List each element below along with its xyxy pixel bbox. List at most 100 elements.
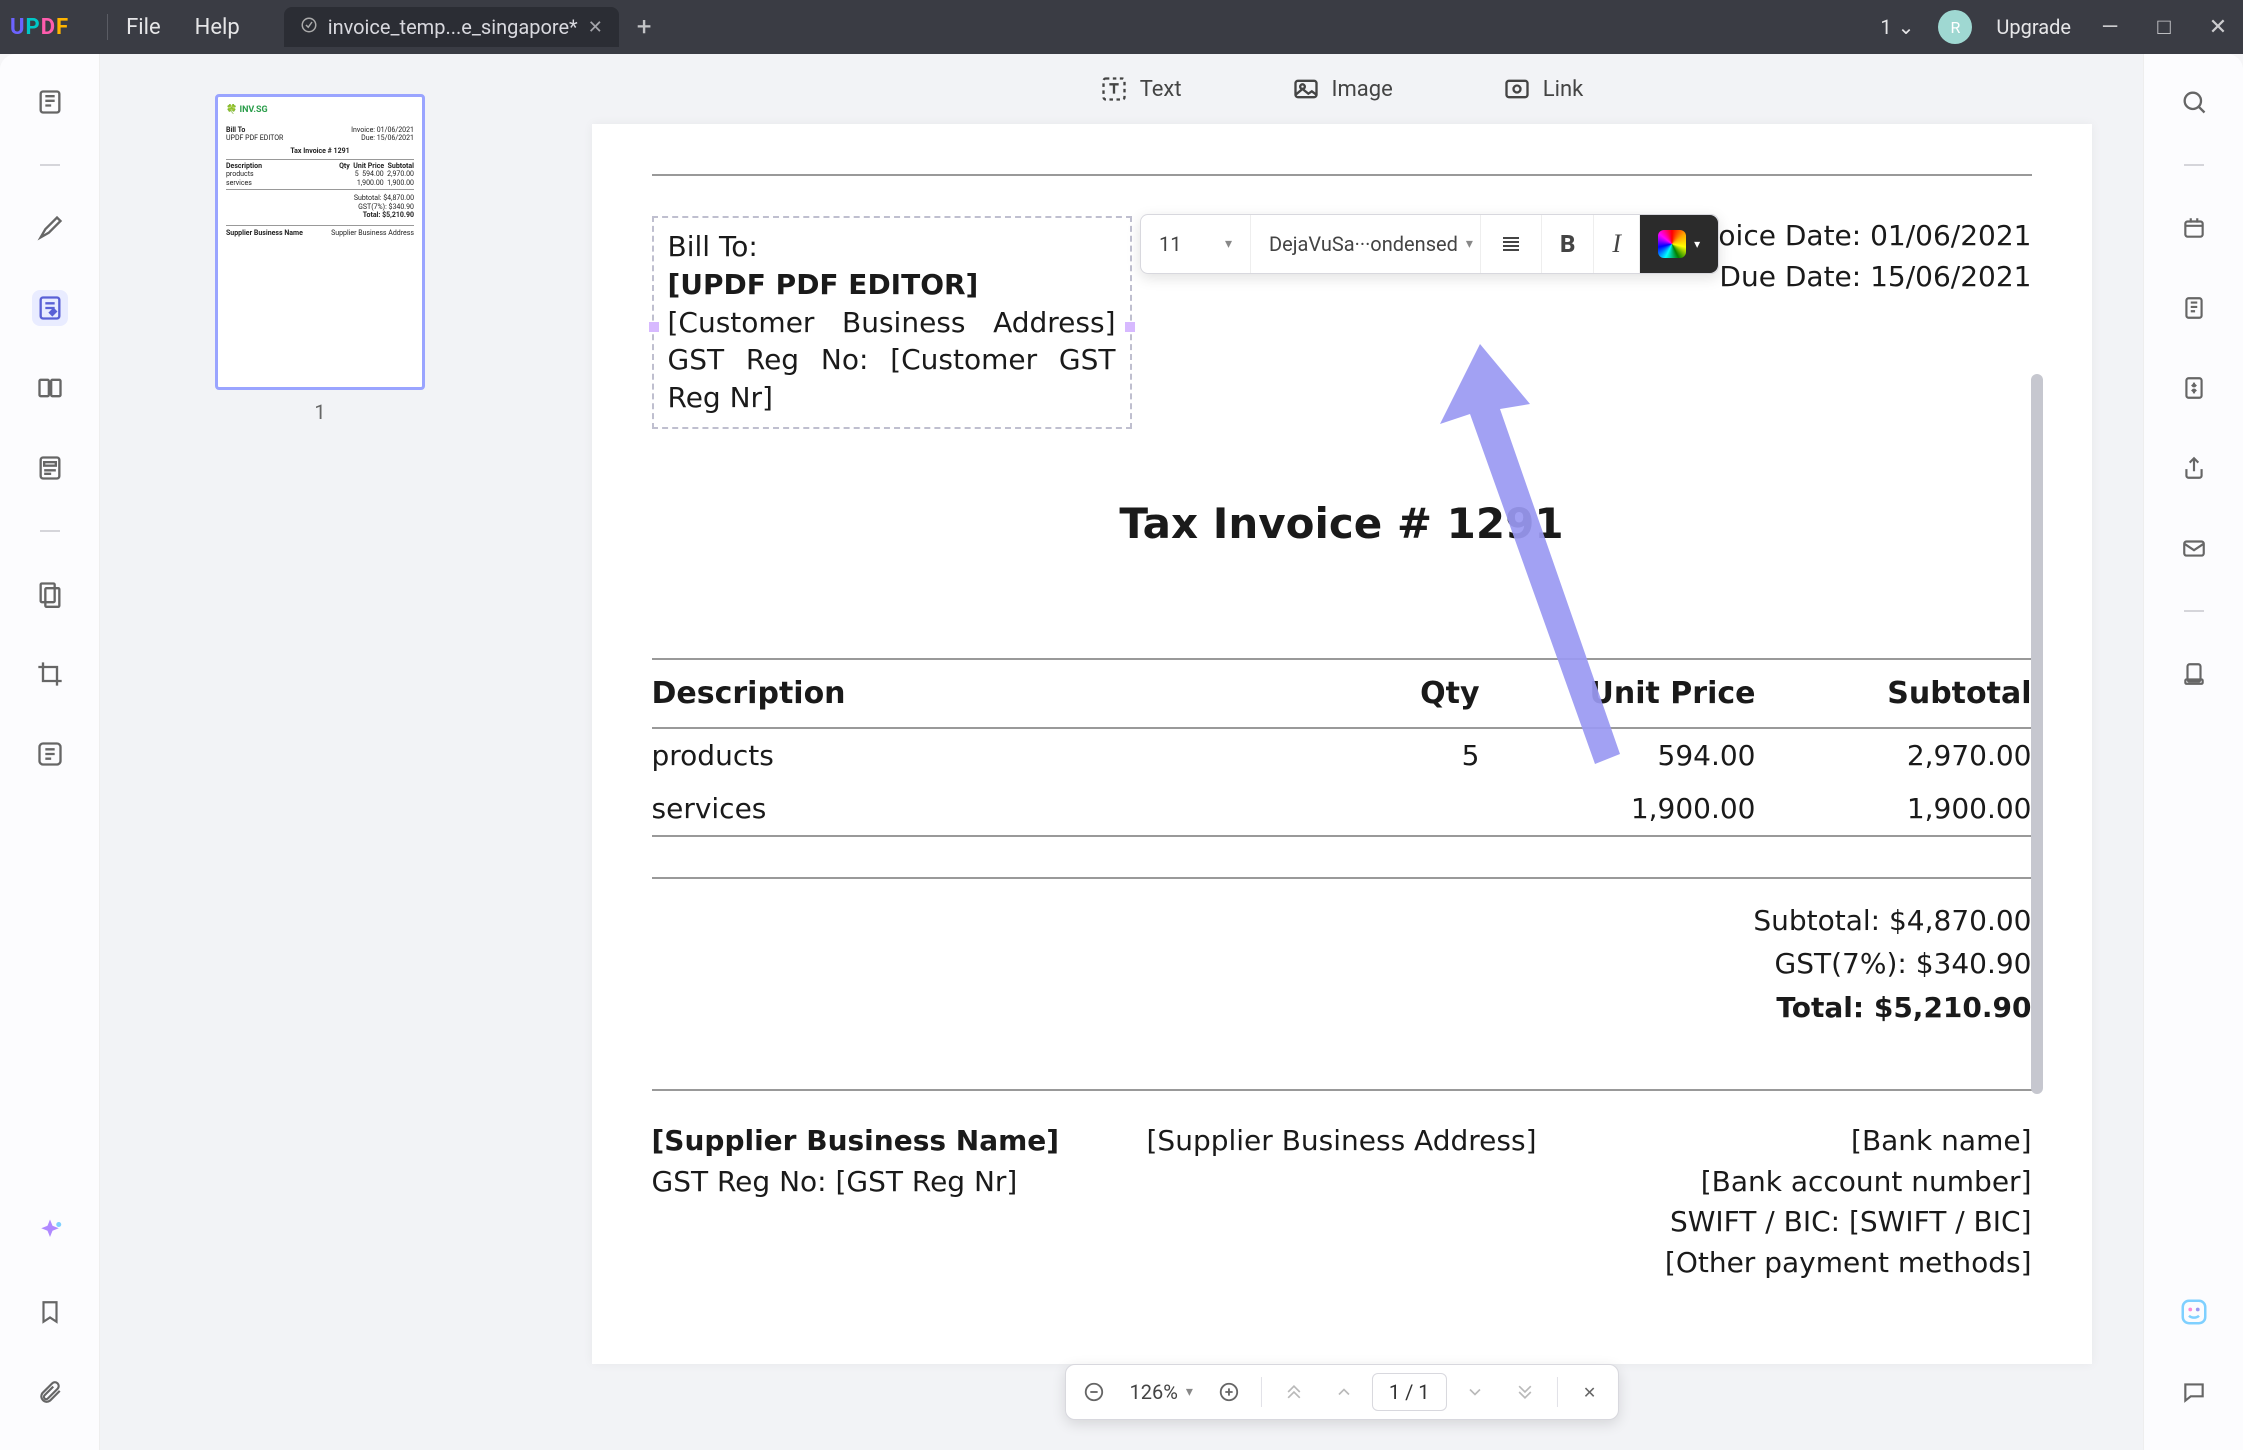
next-page-button[interactable] bbox=[1453, 1370, 1497, 1414]
page-thumbnail[interactable]: 🍀 INV.SG Bill ToUPDF PDF EDITORInvoice: … bbox=[215, 94, 425, 390]
zoom-nav-bar: 126% ▾ 1 / 1 ✕ bbox=[1064, 1364, 1618, 1420]
invoice-title: Tax Invoice # 1291 bbox=[652, 499, 2032, 548]
window-count-dropdown[interactable]: 1 ⌄ bbox=[1880, 15, 1914, 39]
prev-page-button[interactable] bbox=[1322, 1370, 1366, 1414]
comment-tool-icon[interactable] bbox=[32, 210, 68, 246]
chevron-down-icon: ▾ bbox=[1694, 237, 1700, 251]
window-minimize-icon[interactable]: — bbox=[2095, 15, 2125, 40]
due-date: Due Date: 15/06/2021 bbox=[1676, 257, 2032, 298]
upgrade-button[interactable]: Upgrade bbox=[1996, 15, 2071, 39]
cell-sub: 1,900.00 bbox=[1756, 782, 2032, 836]
line-items-table: Description Qty Unit Price Subtotal prod… bbox=[652, 658, 2032, 837]
tab-close-icon[interactable]: ✕ bbox=[588, 17, 603, 38]
billto-text-box[interactable]: Bill To: [UPDF PDF EDITOR] [Customer Bus… bbox=[652, 216, 1132, 429]
billto-label: Bill To: bbox=[668, 228, 1116, 266]
cell-desc: services bbox=[652, 782, 1273, 836]
last-page-button[interactable] bbox=[1503, 1370, 1547, 1414]
left-rail bbox=[0, 54, 100, 1450]
vertical-scrollbar[interactable] bbox=[2031, 374, 2043, 1174]
titlebar: UPDF File Help invoice_temp...e_singapor… bbox=[0, 0, 2243, 54]
window-count: 1 bbox=[1880, 15, 1891, 39]
ocr-tool-icon[interactable] bbox=[32, 736, 68, 772]
search-icon[interactable] bbox=[2176, 84, 2212, 120]
text-format-toolbar[interactable]: 11 ▾ DejaVuSa···ondensed ▾ B I ▾ bbox=[1140, 214, 1719, 274]
bold-button[interactable]: B bbox=[1542, 215, 1594, 273]
zoom-in-button[interactable] bbox=[1207, 1370, 1251, 1414]
font-size-value: 11 bbox=[1159, 232, 1181, 256]
align-button[interactable] bbox=[1481, 215, 1542, 273]
col-qty: Qty bbox=[1273, 659, 1480, 728]
subtotal-line: Subtotal: $4,870.00 bbox=[652, 899, 2032, 942]
window-maximize-icon[interactable]: □ bbox=[2149, 14, 2179, 40]
chevron-down-icon: ▾ bbox=[1466, 236, 1473, 252]
zoom-value: 126% bbox=[1129, 1380, 1177, 1404]
col-description: Description bbox=[652, 659, 1273, 728]
rail-divider bbox=[40, 164, 60, 166]
col-unit-price: Unit Price bbox=[1480, 659, 1756, 728]
supplier-gst: GST Reg No: [GST Reg Nr] bbox=[652, 1162, 1112, 1203]
cell-sub: 2,970.00 bbox=[1756, 728, 2032, 782]
window-close-icon[interactable]: ✕ bbox=[2203, 15, 2233, 40]
resize-handle-left[interactable] bbox=[649, 322, 659, 332]
email-icon[interactable] bbox=[2176, 530, 2212, 566]
close-bar-button[interactable]: ✕ bbox=[1568, 1370, 1612, 1414]
tool-image[interactable]: Image bbox=[1292, 75, 1393, 103]
user-avatar[interactable]: R bbox=[1938, 10, 1972, 44]
save-icon[interactable] bbox=[2176, 210, 2212, 246]
document-tab[interactable]: invoice_temp...e_singapore* ✕ bbox=[284, 7, 619, 47]
page-number-input[interactable]: 1 / 1 bbox=[1372, 1373, 1447, 1411]
ai-chat-icon[interactable] bbox=[2176, 1294, 2212, 1330]
organize-pages-icon[interactable] bbox=[32, 370, 68, 406]
share-icon[interactable] bbox=[2176, 450, 2212, 486]
attachment-icon[interactable] bbox=[32, 1374, 68, 1410]
new-tab-button[interactable]: + bbox=[637, 12, 652, 42]
invoice-date: Invoice Date: 01/06/2021 bbox=[1676, 216, 2032, 257]
text-color-button[interactable]: ▾ bbox=[1640, 215, 1718, 273]
cell-unit: 1,900.00 bbox=[1480, 782, 1756, 836]
color-swatch-icon bbox=[1658, 230, 1686, 258]
crop-tool-icon[interactable] bbox=[32, 656, 68, 692]
scrollbar-thumb[interactable] bbox=[2031, 374, 2043, 1094]
first-page-button[interactable] bbox=[1272, 1370, 1316, 1414]
edit-toolbar: Text Image Link bbox=[540, 54, 2143, 124]
tool-text[interactable]: Text bbox=[1100, 75, 1182, 103]
reader-mode-icon[interactable] bbox=[32, 84, 68, 120]
zoom-out-button[interactable] bbox=[1071, 1370, 1115, 1414]
cell-unit: 594.00 bbox=[1480, 728, 1756, 782]
pdf-page[interactable]: Bill To: [UPDF PDF EDITOR] [Customer Bus… bbox=[592, 124, 2092, 1364]
chevron-down-icon: ⌄ bbox=[1898, 15, 1915, 39]
swift-bic: SWIFT / BIC: [SWIFT / BIC] bbox=[1572, 1202, 2032, 1243]
redact-tool-icon[interactable] bbox=[32, 576, 68, 612]
billto-name: [UPDF PDF EDITOR] bbox=[668, 266, 1116, 304]
compress-icon[interactable] bbox=[2176, 370, 2212, 406]
form-tool-icon[interactable] bbox=[32, 450, 68, 486]
menu-help[interactable]: Help bbox=[195, 15, 240, 40]
col-subtotal: Subtotal bbox=[1756, 659, 2032, 728]
bookmark-icon[interactable] bbox=[32, 1294, 68, 1330]
bank-name: [Bank name] bbox=[1572, 1121, 2032, 1162]
gst-line: GST(7%): $340.90 bbox=[652, 942, 2032, 985]
billto-address: [Customer Business Address] GST Reg No: … bbox=[668, 304, 1116, 417]
export-icon[interactable] bbox=[2176, 656, 2212, 692]
thumbnail-page-number: 1 bbox=[314, 400, 325, 424]
resize-handle-right[interactable] bbox=[1125, 322, 1135, 332]
chevron-down-icon: ▾ bbox=[1225, 236, 1232, 252]
print-icon[interactable] bbox=[2176, 290, 2212, 326]
supplier-address: [Supplier Business Address] bbox=[1112, 1121, 1572, 1283]
menu-file[interactable]: File bbox=[126, 15, 161, 40]
rail-divider bbox=[40, 530, 60, 532]
cell-desc: products bbox=[652, 728, 1273, 782]
supplier-name: [Supplier Business Name] bbox=[652, 1121, 1112, 1162]
editor-viewport: Text Image Link 11 ▾ DejaVuSa···ondensed… bbox=[540, 54, 2143, 1450]
font-size-select[interactable]: 11 ▾ bbox=[1141, 215, 1251, 273]
italic-button[interactable]: I bbox=[1594, 215, 1640, 273]
edit-tool-icon[interactable] bbox=[32, 290, 68, 326]
thumbnail-panel: 🍀 INV.SG Bill ToUPDF PDF EDITORInvoice: … bbox=[100, 54, 540, 1450]
feedback-icon[interactable] bbox=[2176, 1374, 2212, 1410]
font-family-value: DejaVuSa···ondensed bbox=[1269, 232, 1458, 256]
zoom-level-select[interactable]: 126% ▾ bbox=[1121, 1380, 1200, 1404]
font-family-select[interactable]: DejaVuSa···ondensed ▾ bbox=[1251, 215, 1481, 273]
total-line: Total: $5,210.90 bbox=[652, 986, 2032, 1029]
ai-assistant-icon[interactable] bbox=[32, 1214, 68, 1250]
tool-link[interactable]: Link bbox=[1503, 75, 1584, 103]
